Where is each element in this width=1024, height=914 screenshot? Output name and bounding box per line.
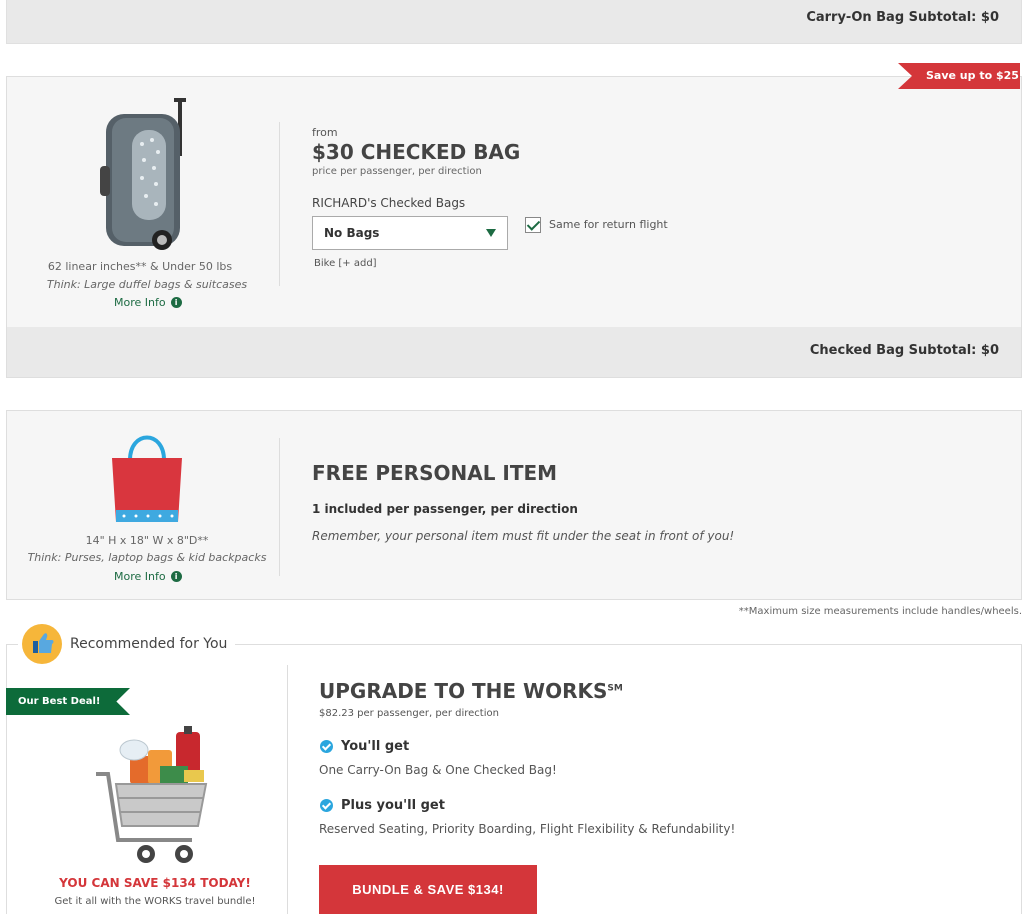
personal-divider (279, 438, 280, 576)
works-title: UPGRADE TO THE WORKSSM (319, 679, 623, 703)
check-circle-icon (320, 740, 333, 753)
checked-bags-select[interactable]: No Bags (312, 216, 508, 250)
tote-bag-icon (106, 426, 188, 524)
bike-add-link[interactable]: Bike [+ add] (314, 258, 377, 269)
info-icon: i (170, 297, 182, 308)
checked-divider (279, 122, 280, 286)
suitcase-icon (98, 96, 194, 252)
recommended-legend: Recommended for You (18, 624, 236, 664)
recommended-divider (287, 665, 288, 914)
you-get-label: You'll get (341, 739, 410, 754)
checked-subtotal-label: Checked Bag Subtotal: $0 (809, 343, 999, 358)
dropdown-arrow-icon (486, 229, 496, 237)
from-label: from (312, 126, 338, 139)
more-info-label: More Info (114, 296, 166, 309)
same-return-checkbox[interactable] (525, 217, 541, 233)
bundle-save-button[interactable]: BUNDLE & SAVE $134! (319, 865, 537, 914)
checked-more-info-link[interactable]: More Info i (114, 296, 182, 309)
service-mark: SM (607, 683, 623, 694)
shopping-cart-icon (88, 722, 214, 868)
carryon-subtotal-bar: Carry-On Bag Subtotal: $0 (6, 0, 1022, 44)
recommended-title: Recommended for You (70, 636, 228, 652)
personal-size-text: 14" H x 18" W x 8"D** (85, 534, 209, 547)
more-info-label: More Info (114, 570, 166, 583)
checked-think-text: Think: Large duffel bags & suitcases (46, 278, 248, 291)
personal-item-title: FREE PERSONAL ITEM (312, 461, 558, 485)
personal-more-info-link[interactable]: More Info i (114, 570, 182, 583)
save-today-text: YOU CAN SAVE $134 TODAY! (59, 876, 251, 890)
checked-bag-title: $30 CHECKED BAG (312, 140, 521, 164)
carryon-subtotal-label: Carry-On Bag Subtotal: $0 (806, 10, 999, 25)
works-tagline: Get it all with the WORKS travel bundle! (54, 896, 256, 907)
personal-think-text: Think: Purses, laptop bags & kid backpac… (27, 551, 267, 564)
works-price: $82.23 per passenger, per direction (319, 708, 499, 719)
works-title-text: UPGRADE TO THE WORKS (319, 679, 608, 703)
plus-get-label: Plus you'll get (341, 798, 445, 813)
you-get-text: One Carry-On Bag & One Checked Bag! (319, 763, 557, 777)
select-value: No Bags (324, 226, 380, 240)
thumbs-up-icon (22, 624, 62, 664)
best-deal-ribbon: Our Best Deal! (6, 688, 130, 715)
personal-item-note: Remember, your personal item must fit un… (312, 529, 735, 543)
checked-subtotal-bar: Checked Bag Subtotal: $0 (6, 327, 1022, 378)
plus-get-heading: Plus you'll get (320, 798, 445, 813)
same-return-label[interactable]: Same for return flight (549, 218, 668, 231)
personal-item-subtitle: 1 included per passenger, per direction (312, 502, 578, 516)
save-ribbon: Save up to $25 (898, 63, 1020, 89)
check-circle-icon (320, 799, 333, 812)
info-icon: i (170, 571, 182, 582)
checked-size-text: 62 linear inches** & Under 50 lbs (47, 260, 233, 273)
size-footnote: **Maximum size measurements include hand… (738, 606, 1022, 617)
plus-get-text: Reserved Seating, Priority Boarding, Fli… (319, 822, 736, 836)
you-get-heading: You'll get (320, 739, 409, 754)
passenger-bags-label: RICHARD's Checked Bags (312, 196, 466, 210)
checked-bag-subtitle: price per passenger, per direction (312, 166, 482, 177)
